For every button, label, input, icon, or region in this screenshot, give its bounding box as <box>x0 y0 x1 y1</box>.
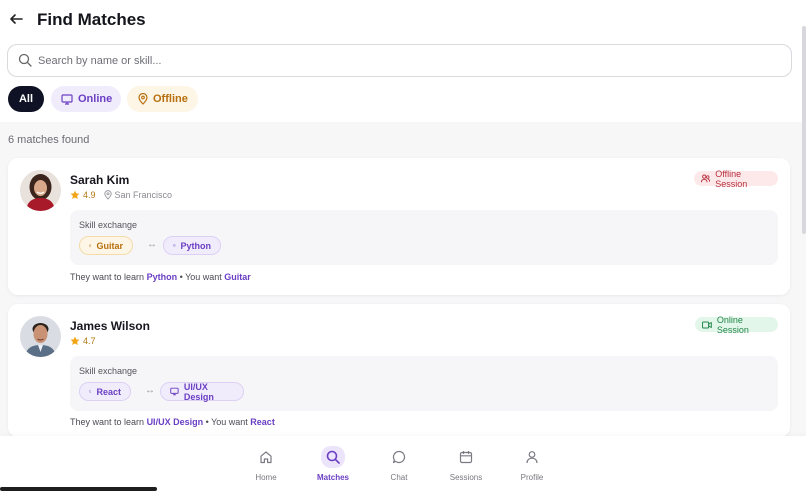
learn-skill: Python <box>146 272 178 282</box>
match-card[interactable]: James Wilson 4.7 Online Session Skill ex… <box>8 304 790 437</box>
rating-value: 4.9 <box>83 190 96 200</box>
monitor-icon <box>61 93 73 105</box>
skill-exchange-label: Skill exchange <box>79 366 138 376</box>
want-prefix: • You want <box>205 417 248 427</box>
match-meta: 4.9 San Francisco <box>70 190 172 200</box>
location: San Francisco <box>103 190 173 200</box>
nav-matches-label: Matches <box>316 473 349 482</box>
skill-exchange-label: Skill exchange <box>79 220 138 230</box>
rating-value: 4.7 <box>83 336 96 346</box>
users-icon <box>701 174 711 183</box>
want-prefix: • You want <box>179 272 222 282</box>
offer-skill-pill: Guitar <box>79 236 133 255</box>
skill-exchange: Skill exchange React ↔ UI/UX Design <box>70 356 778 411</box>
results-count: 6 matches found <box>8 134 90 146</box>
match-name: Sarah Kim <box>70 173 130 187</box>
home-icon <box>260 451 272 464</box>
monitor-icon <box>173 244 176 247</box>
nav-profile[interactable]: Profile <box>502 446 562 482</box>
monitor-icon <box>170 387 179 396</box>
want-skill-pill: Python <box>163 236 221 255</box>
user-icon <box>526 451 538 464</box>
scrollbar[interactable] <box>802 26 806 234</box>
learn-skill: UI/UX Design <box>146 417 204 427</box>
map-pin-icon <box>89 243 92 247</box>
session-badge: Online Session <box>695 314 778 335</box>
exchange-arrow-icon: ↔ <box>145 385 155 396</box>
want-skill-pill: UI/UX Design <box>160 381 244 402</box>
filter-offline-chip[interactable]: Offline <box>127 86 198 112</box>
filter-all-label: All <box>18 93 34 105</box>
page-title: Find Matches <box>37 10 146 29</box>
learn-prefix: They want to learn <box>70 417 145 427</box>
filter-online-chip[interactable]: Online <box>51 86 121 112</box>
match-name: James Wilson <box>70 319 150 333</box>
match-card[interactable]: Sarah Kim 4.9 San Francisco Offline Sess… <box>8 158 790 295</box>
exchange-arrow-icon: ↔ <box>147 239 157 250</box>
video-icon <box>702 320 712 329</box>
back-arrow-icon[interactable] <box>8 11 24 27</box>
home-indicator <box>0 487 157 491</box>
header-area: Find Matches All Online Offline <box>0 0 806 122</box>
want-skill: Guitar <box>224 272 251 282</box>
nav-matches[interactable]: Matches <box>303 446 363 482</box>
star-icon <box>70 336 80 345</box>
search-bar[interactable] <box>7 44 792 77</box>
avatar <box>20 316 61 357</box>
nav-profile-label: Profile <box>520 473 544 482</box>
session-badge-label: Online Session <box>716 314 749 335</box>
map-pin-icon <box>138 93 148 105</box>
want-skill-label: UI/UX Design <box>183 381 214 402</box>
filter-online-label: Online <box>78 93 113 105</box>
nav-home-label: Home <box>255 473 277 482</box>
calendar-icon <box>459 451 473 464</box>
learn-summary: They want to learn Python • You want Gui… <box>70 272 251 282</box>
skill-exchange: Skill exchange Guitar ↔ Python <box>70 210 778 265</box>
offer-skill-label: Guitar <box>96 240 123 251</box>
filter-offline-label: Offline <box>153 93 188 105</box>
star-icon <box>70 190 80 199</box>
bottom-nav: Home Matches Chat Sessions Profile <box>0 436 806 491</box>
nav-sessions-label: Sessions <box>449 473 483 482</box>
monitor-icon <box>89 390 92 393</box>
filter-all-chip[interactable]: All <box>8 86 44 112</box>
want-skill-label: Python <box>180 240 212 251</box>
search-input[interactable] <box>38 45 778 76</box>
session-badge: Offline Session <box>694 168 778 189</box>
learn-prefix: They want to learn <box>70 272 145 282</box>
chat-icon <box>392 450 406 464</box>
offer-skill-pill: React <box>79 382 131 401</box>
nav-chat[interactable]: Chat <box>369 446 429 482</box>
offer-skill-label: React <box>96 386 121 397</box>
want-skill: React <box>250 417 275 427</box>
session-badge-label: Offline Session <box>715 168 748 189</box>
nav-chat-label: Chat <box>390 473 408 482</box>
search-icon <box>326 450 340 464</box>
location-text: San Francisco <box>114 190 173 200</box>
match-meta: 4.7 <box>70 336 96 346</box>
search-icon <box>18 53 32 67</box>
nav-sessions[interactable]: Sessions <box>436 446 496 482</box>
map-pin-icon <box>103 190 112 200</box>
nav-home[interactable]: Home <box>236 446 296 482</box>
rating: 4.7 <box>70 336 96 346</box>
rating: 4.9 <box>70 190 96 200</box>
avatar <box>20 170 61 211</box>
learn-summary: They want to learn UI/UX Design • You wa… <box>70 417 275 427</box>
